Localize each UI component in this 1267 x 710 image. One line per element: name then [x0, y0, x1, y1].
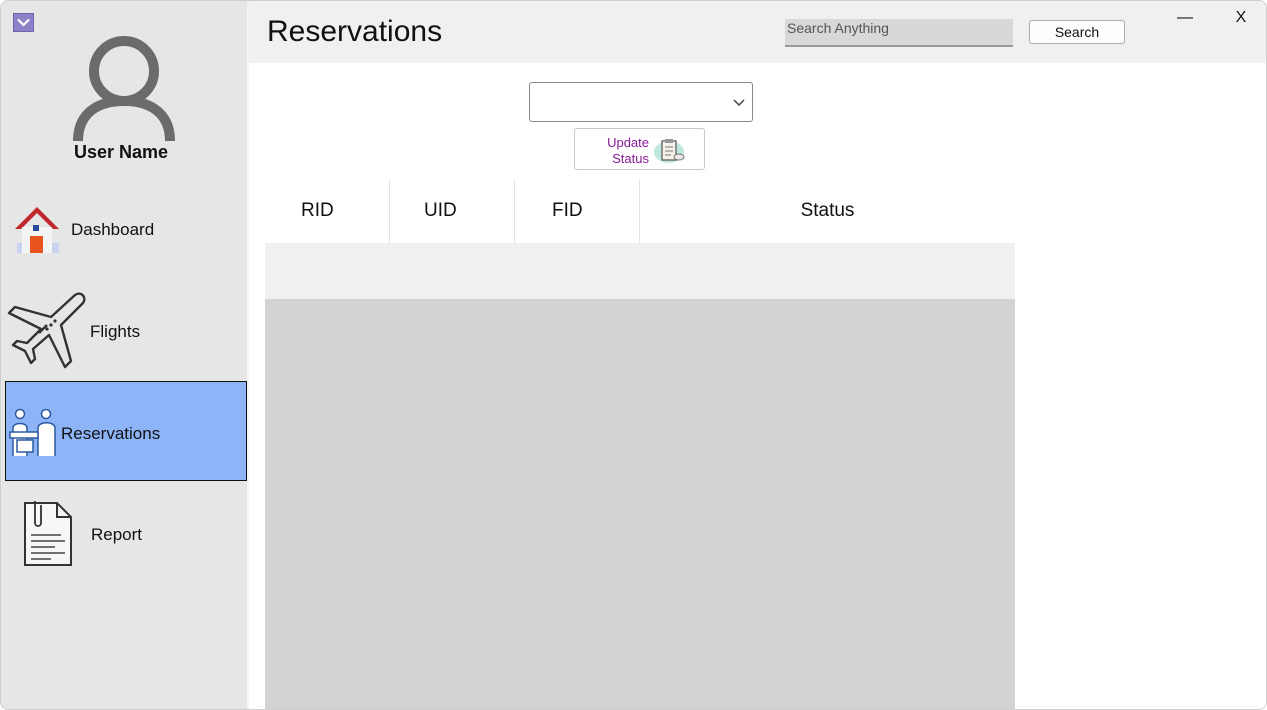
column-header-status[interactable]: Status: [640, 179, 1015, 243]
sidebar-item-label: Reservations: [61, 424, 161, 443]
sidebar-item-label: Flights: [90, 322, 141, 341]
airplane-icon: [7, 292, 86, 369]
update-status-button[interactable]: Update Status: [574, 128, 705, 170]
minimize-button[interactable]: —: [1165, 5, 1205, 31]
user-avatar-icon: [73, 36, 175, 141]
search-input[interactable]: [785, 19, 1013, 47]
app-window: User Name Dashboard Flights Reservations…: [0, 0, 1267, 710]
sidebar: User Name Dashboard Flights Reservations…: [1, 1, 247, 709]
page-title: Reservations: [267, 15, 443, 48]
search-button[interactable]: Search: [1029, 20, 1125, 44]
document-icon: [24, 501, 72, 566]
user-name: User Name: [73, 142, 169, 162]
menu-toggle-button[interactable]: [13, 13, 34, 32]
grid-header: RID UID FID Status: [265, 179, 1015, 243]
sidebar-divider: [247, 1, 249, 709]
column-header-uid[interactable]: UID: [390, 179, 515, 243]
house-icon: [15, 207, 59, 253]
chevron-down-icon: [17, 18, 30, 27]
close-button[interactable]: X: [1221, 5, 1261, 31]
clipboard-update-icon: [654, 139, 685, 163]
chevron-down-icon: [733, 99, 745, 107]
sidebar-item-label: Dashboard: [71, 220, 155, 239]
sidebar-item-report[interactable]: Report: [5, 483, 247, 583]
update-status-label: Update Status: [607, 135, 649, 166]
column-header-rid[interactable]: RID: [265, 179, 390, 243]
sidebar-item-dashboard[interactable]: Dashboard: [5, 181, 247, 281]
column-header-fid[interactable]: FID: [515, 179, 640, 243]
status-dropdown[interactable]: [529, 82, 753, 122]
sidebar-item-flights[interactable]: Flights: [5, 283, 247, 383]
header-bar: Reservations Search — X: [249, 1, 1266, 63]
check-in-counter-icon: [9, 408, 56, 456]
sidebar-item-reservations[interactable]: Reservations: [5, 381, 247, 481]
sidebar-item-label: Report: [91, 525, 143, 544]
table-row[interactable]: [265, 243, 1015, 299]
grid-body[interactable]: [265, 299, 1015, 709]
